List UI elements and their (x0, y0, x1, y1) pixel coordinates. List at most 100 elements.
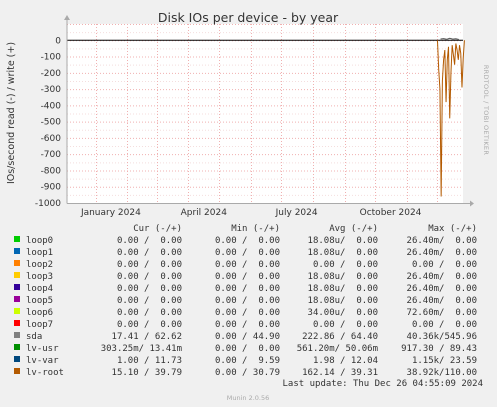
y-tick-label: -600 (41, 134, 62, 144)
y-tick-label: -1000 (35, 199, 61, 209)
legend-avg-value: 162.14 / 39.31 (302, 368, 378, 378)
legend-series-name: loop2 (26, 260, 53, 270)
legend-min-value: 0.00 / 44.90 (215, 332, 280, 342)
rrdtool-side-label: RRDTOOL / TOBI OETIKER (482, 65, 490, 155)
legend-min-value: 0.00 / 30.79 (215, 368, 280, 378)
last-update: Last update: Thu Dec 26 04:55:09 2024 (283, 379, 483, 389)
legend-min-value: 0.00 / 0.00 (215, 236, 280, 246)
legend-avg-value: 561.20m/ 50.06m (297, 344, 378, 354)
legend-series-name: lv-root (26, 368, 64, 378)
legend-max-value: 26.40m/ 0.00 (407, 296, 477, 306)
legend-avg-value: 222.86 / 64.40 (302, 332, 378, 342)
legend-cur-value: 15.10 / 39.79 (112, 368, 182, 378)
legend-swatch (14, 356, 20, 362)
legend-max-value: 38.92k/110.00 (407, 368, 477, 378)
legend-series-name: loop6 (26, 308, 53, 318)
legend-cur-value: 0.00 / 0.00 (117, 284, 182, 294)
legend-swatch (14, 248, 20, 254)
x-tick-label: July 2024 (275, 208, 318, 218)
legend-cur-value: 303.25m/ 13.41m (101, 344, 182, 354)
legend-cur-value: 0.00 / 0.00 (117, 248, 182, 258)
legend-cur-value: 0.00 / 0.00 (117, 320, 182, 330)
munin-version: Munin 2.0.56 (227, 394, 270, 402)
y-axis-label: IOs/second read (-) / write (+) (6, 42, 17, 184)
legend-min-value: 0.00 / 0.00 (215, 260, 280, 270)
legend-avg-value: 0.00 / 0.00 (313, 260, 378, 270)
legend-min-value: 0.00 / 0.00 (215, 308, 280, 318)
y-tick-label: -200 (41, 69, 62, 79)
legend-cur-value: 1.00 / 11.73 (117, 356, 182, 366)
disk-io-chart: 0 -100 -200 -300 -400 -500 -600 -700 -800 -900 -10… (6, 10, 490, 402)
legend-max-value: 1.15k/ 23.59 (412, 356, 477, 366)
legend-swatch (14, 344, 20, 350)
legend-series-name: lv-var (26, 356, 59, 366)
legend-series-name: loop5 (26, 296, 53, 306)
legend-swatch (14, 284, 20, 290)
legend-avg-value: 18.08u/ 0.00 (308, 236, 378, 246)
y-tick-label: -500 (41, 118, 62, 128)
legend-swatch (14, 332, 20, 338)
legend-swatch (14, 272, 20, 278)
x-tick-label: January 2024 (80, 208, 141, 218)
legend-max-value: 26.40m/ 0.00 (407, 284, 477, 294)
legend-max-value: 26.40m/ 0.00 (407, 236, 477, 246)
x-tick-label: April 2024 (181, 208, 228, 218)
legend-column-header: Max (-/+) (428, 224, 477, 234)
chart-title: Disk IOs per device - by year (158, 10, 339, 25)
legend-min-value: 0.00 / 0.00 (215, 272, 280, 282)
legend-min-value: 0.00 / 0.00 (215, 320, 280, 330)
y-tick-label: 0 (55, 36, 61, 46)
y-tick-label: -900 (41, 183, 62, 193)
legend-series-name: loop0 (26, 236, 53, 246)
legend-cur-value: 0.00 / 0.00 (117, 308, 182, 318)
legend-swatch (14, 368, 20, 374)
legend-column-header: Avg (-/+) (329, 224, 378, 234)
legend-min-value: 0.00 / 9.59 (215, 356, 280, 366)
legend-max-value: 0.00 / 0.00 (412, 260, 477, 270)
x-axis-arrow-icon (470, 200, 474, 207)
legend-swatch (14, 320, 20, 326)
legend-series-name: loop4 (26, 284, 53, 294)
legend-avg-value: 34.00u/ 0.00 (308, 308, 378, 318)
y-tick-label: -400 (41, 101, 62, 111)
legend-cur-value: 0.00 / 0.00 (117, 272, 182, 282)
legend-cur-value: 0.00 / 0.00 (117, 260, 182, 270)
y-tick-label: -100 (41, 53, 62, 63)
legend-series-name: loop7 (26, 320, 53, 330)
legend-avg-value: 18.08u/ 0.00 (308, 296, 378, 306)
y-axis: 0 -100 -200 -300 -400 -500 -600 -700 -800 -900 -10… (35, 36, 61, 209)
legend-swatch (14, 260, 20, 266)
legend-max-value: 26.40m/ 0.00 (407, 272, 477, 282)
legend-avg-value: 18.08u/ 0.00 (308, 284, 378, 294)
y-tick-label: -800 (41, 166, 62, 176)
legend-series-name: lv-usr (26, 344, 59, 354)
x-axis: January 2024 April 2024 July 2024 October 2… (80, 208, 422, 218)
legend-min-value: 0.00 / 0.00 (215, 296, 280, 306)
legend-column-header: Min (-/+) (231, 224, 280, 234)
y-tick-label: -700 (41, 150, 62, 160)
legend-swatch (14, 308, 20, 314)
legend-avg-value: 18.08u/ 0.00 (308, 248, 378, 258)
y-tick-label: -300 (41, 85, 62, 95)
legend-series-name: loop3 (26, 272, 53, 282)
y-axis-arrow-icon (64, 15, 70, 20)
legend-max-value: 917.30 / 89.43 (401, 344, 477, 354)
legend-min-value: 0.00 / 0.00 (215, 344, 280, 354)
legend-table: Cur (-/+) Min (-/+) Avg (-/+) Max (-/+) loop… (14, 224, 477, 378)
legend-max-value: 72.60m/ 0.00 (407, 308, 477, 318)
legend-avg-value: 0.00 / 0.00 (313, 320, 378, 330)
legend-swatch (14, 236, 20, 242)
legend-cur-value: 0.00 / 0.00 (117, 296, 182, 306)
legend-swatch (14, 296, 20, 302)
legend-min-value: 0.00 / 0.00 (215, 248, 280, 258)
legend-min-value: 0.00 / 0.00 (215, 284, 280, 294)
legend-cur-value: 17.41 / 62.62 (112, 332, 182, 342)
legend-max-value: 0.00 / 0.00 (412, 320, 477, 330)
legend-max-value: 40.36k/545.96 (407, 332, 477, 342)
legend-avg-value: 1.98 / 12.04 (313, 356, 378, 366)
x-tick-label: October 2024 (360, 208, 422, 218)
legend-avg-value: 18.08u/ 0.00 (308, 272, 378, 282)
legend-series-name: sda (26, 332, 42, 342)
legend-column-header: Cur (-/+) (133, 224, 182, 234)
legend-cur-value: 0.00 / 0.00 (117, 236, 182, 246)
